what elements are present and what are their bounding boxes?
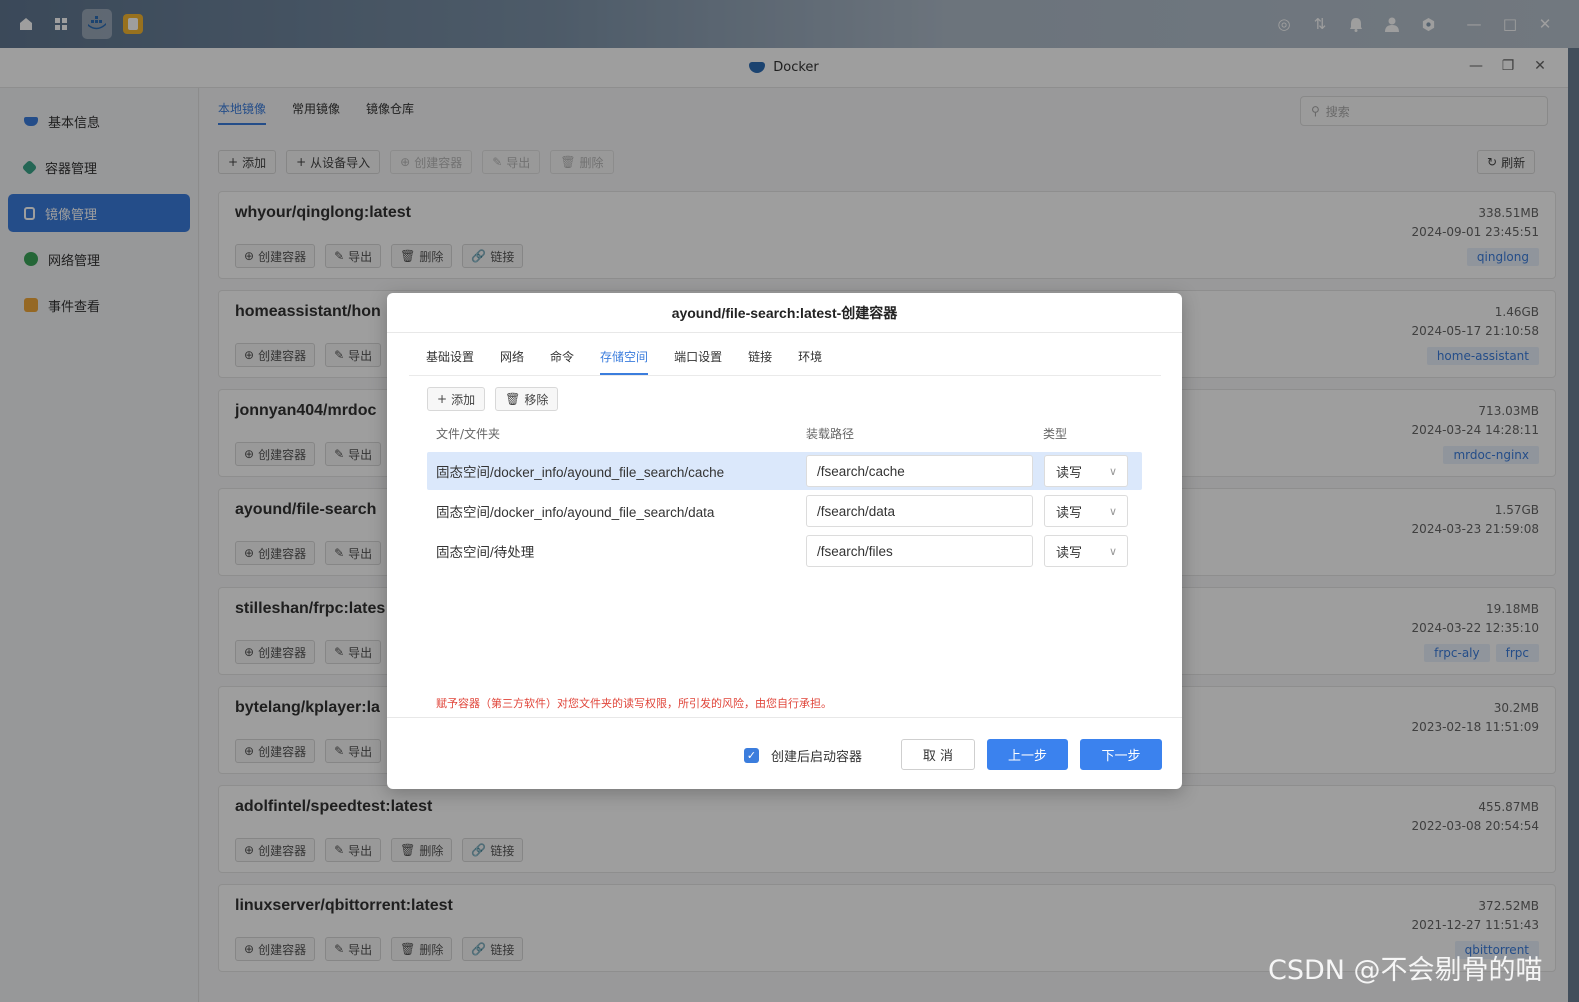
add-volume-label: 添加 xyxy=(451,392,476,407)
column-header-path: 文件/文件夹 xyxy=(436,427,501,441)
tab-storage[interactable]: 存储空间 xyxy=(600,348,649,375)
column-header-mount: 装载路径 xyxy=(806,427,855,441)
tab-links[interactable]: 链接 xyxy=(748,348,772,375)
dialog-tabs: 基础设置 网络 命令 存储空间 端口设置 链接 环境 xyxy=(409,333,1161,376)
tab-network[interactable]: 网络 xyxy=(500,348,524,375)
dialog-title: ayound/file-search:latest-创建容器 xyxy=(387,293,1182,333)
chevron-down-icon: ∨ xyxy=(1108,464,1117,478)
chevron-down-icon: ∨ xyxy=(1108,504,1117,518)
chevron-down-icon: ∨ xyxy=(1108,544,1117,558)
tab-ports[interactable]: 端口设置 xyxy=(674,348,722,375)
mount-path-input[interactable]: /fsearch/files xyxy=(806,535,1033,567)
access-type-select[interactable]: 读写 ∨ xyxy=(1044,535,1128,567)
tab-basic-settings[interactable]: 基础设置 xyxy=(426,348,474,375)
column-header-type: 类型 xyxy=(1043,427,1068,441)
autostart-label: 创建后启动容器 xyxy=(771,750,863,765)
volume-row[interactable]: 固态空间/docker_info/ayound_file_search/cach… xyxy=(427,452,1142,490)
volume-path: 固态空间/docker_info/ayound_file_search/data xyxy=(436,505,715,520)
trash-icon: 🗑 xyxy=(505,392,521,406)
access-type-value: 读写 xyxy=(1056,505,1083,521)
autostart-checkbox[interactable]: ✓ 创建后启动容器 xyxy=(744,746,862,765)
csdn-watermark: CSDN @不会剔骨的喵 xyxy=(1268,955,1543,986)
access-type-select[interactable]: 读写 ∨ xyxy=(1044,495,1128,527)
volume-path: 固态空间/docker_info/ayound_file_search/cach… xyxy=(436,465,725,480)
mount-path-input[interactable]: /fsearch/cache xyxy=(806,455,1033,487)
next-step-button[interactable]: 下一步 xyxy=(1080,739,1162,770)
mount-path-input[interactable]: /fsearch/data xyxy=(806,495,1033,527)
access-type-value: 读写 xyxy=(1056,545,1083,561)
create-container-dialog: ayound/file-search:latest-创建容器 基础设置 网络 命… xyxy=(387,293,1182,789)
tab-command[interactable]: 命令 xyxy=(550,348,574,375)
previous-step-button[interactable]: 上一步 xyxy=(987,739,1068,770)
warning-text: 赋予容器（第三方软件）对您文件夹的读写权限，所引发的风险，由您自行承担。 xyxy=(436,697,832,710)
access-type-value: 读写 xyxy=(1056,465,1083,481)
remove-volume-button[interactable]: 🗑 移除 xyxy=(495,387,559,411)
volume-path: 固态空间/待处理 xyxy=(436,545,535,560)
cancel-button[interactable]: 取 消 xyxy=(901,739,975,770)
volume-row[interactable]: 固态空间/待处理/fsearch/files 读写 ∨ xyxy=(427,532,1142,570)
add-volume-button[interactable]: + 添加 xyxy=(427,387,486,411)
tab-environment[interactable]: 环境 xyxy=(798,348,822,375)
remove-volume-label: 移除 xyxy=(524,392,549,407)
volume-tools: + 添加 🗑 移除 xyxy=(427,387,559,411)
checkmark-icon: ✓ xyxy=(744,748,759,763)
plus-icon: + xyxy=(437,392,448,406)
access-type-select[interactable]: 读写 ∨ xyxy=(1044,455,1128,487)
volume-row[interactable]: 固态空间/docker_info/ayound_file_search/data… xyxy=(427,492,1142,530)
dialog-footer: ✓ 创建后启动容器 取 消 上一步 下一步 xyxy=(387,717,1182,789)
